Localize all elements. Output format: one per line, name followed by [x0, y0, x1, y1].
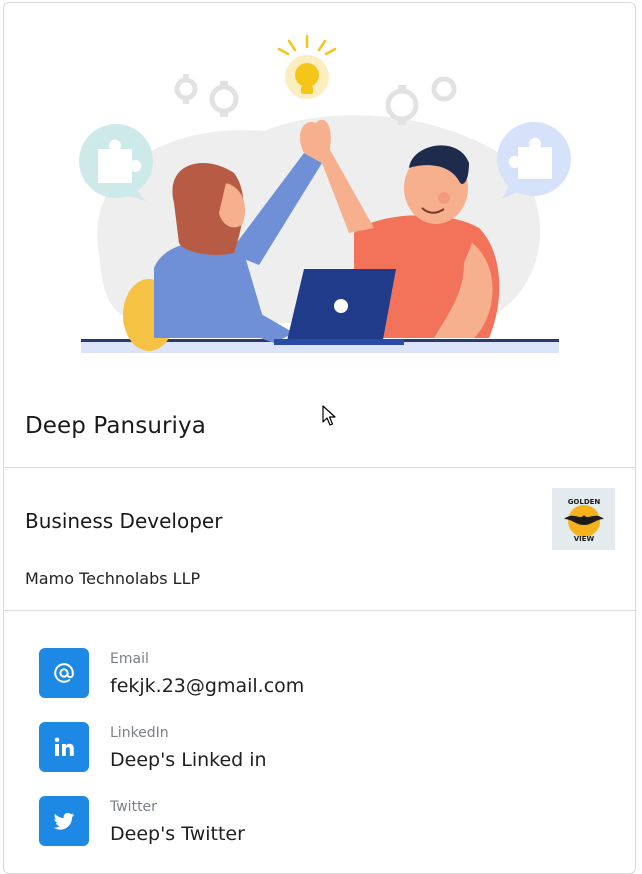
- linkedin-icon-button[interactable]: [39, 722, 89, 772]
- company-logo: GOLDEN VIEW: [552, 488, 615, 550]
- contact-item-email[interactable]: Email fekjk.23@gmail.com: [39, 648, 599, 708]
- email-link[interactable]: fekjk.23@gmail.com: [110, 675, 304, 697]
- twitter-link[interactable]: Deep's Twitter: [110, 823, 245, 845]
- twitter-icon: [53, 812, 74, 830]
- at-icon: [54, 663, 74, 683]
- twitter-icon-button[interactable]: [39, 796, 89, 846]
- contact-label: Twitter: [110, 799, 157, 815]
- lightbulb-icon: [277, 34, 337, 99]
- contact-item-linkedin[interactable]: LinkedIn Deep's Linked in: [39, 722, 599, 782]
- company-name: Mamo Technolabs LLP: [25, 569, 201, 588]
- linkedin-icon: [54, 737, 74, 756]
- profile-card: Deep Pansuriya Business Developer GOLDEN…: [3, 2, 636, 874]
- hero-illustration: [79, 34, 571, 353]
- profile-name: Deep Pansuriya: [25, 413, 206, 439]
- svg-text:GOLDEN: GOLDEN: [567, 498, 600, 506]
- email-icon-button[interactable]: [39, 648, 89, 698]
- divider: [4, 610, 635, 611]
- contact-label: LinkedIn: [110, 725, 169, 741]
- puzzle-bubble-right-icon: [497, 122, 571, 199]
- job-title: Business Developer: [25, 509, 223, 533]
- contact-label: Email: [110, 651, 149, 667]
- mouse-cursor-icon: [322, 405, 336, 426]
- divider: [4, 467, 635, 468]
- svg-text:VIEW: VIEW: [573, 535, 594, 543]
- contact-item-twitter[interactable]: Twitter Deep's Twitter: [39, 796, 599, 856]
- golden-view-logo-icon: GOLDEN VIEW: [563, 498, 604, 543]
- linkedin-link[interactable]: Deep's Linked in: [110, 749, 267, 771]
